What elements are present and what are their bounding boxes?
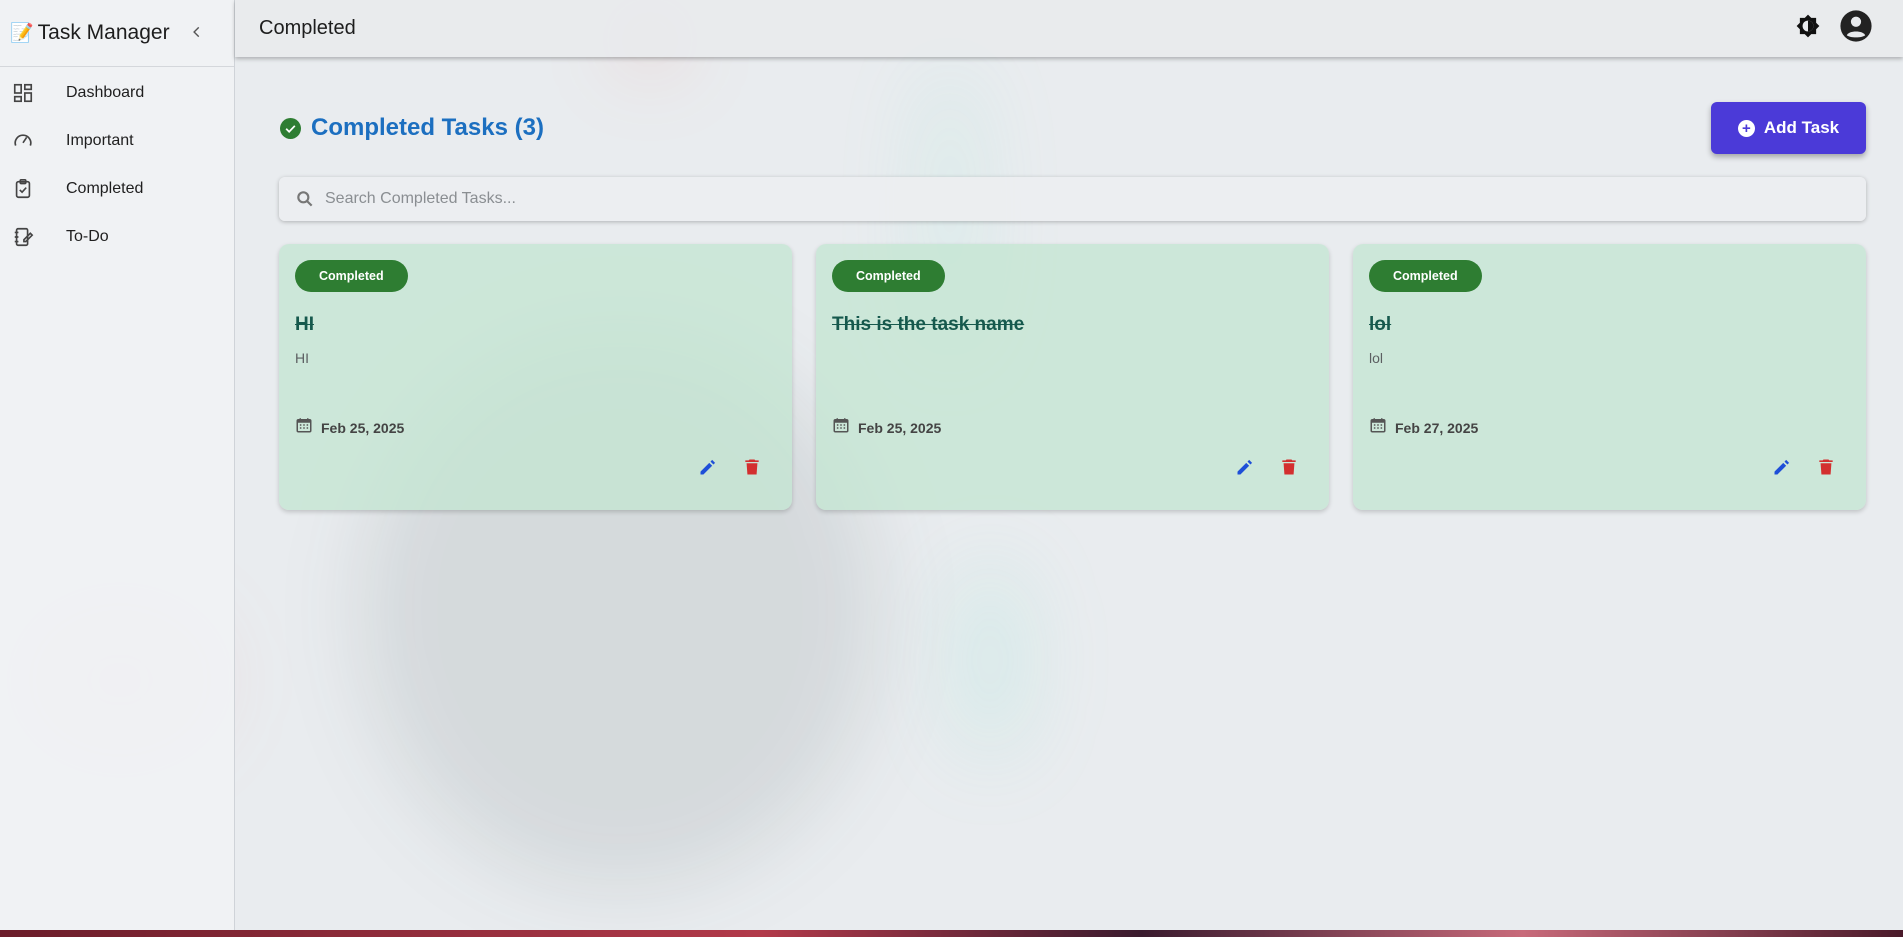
task-actions	[1235, 457, 1299, 477]
sidebar-nav: Dashboard Important Completed To-Do	[0, 69, 234, 261]
brightness-icon[interactable]	[1795, 13, 1821, 44]
task-title: lol	[1369, 314, 1392, 335]
task-date: Feb 27, 2025	[1369, 416, 1478, 439]
task-title: HI	[295, 314, 314, 335]
plus-circle-icon: +	[1737, 119, 1755, 137]
top-bar: Completed	[235, 0, 1903, 57]
dashboard-icon	[12, 82, 34, 104]
status-badge: Completed	[1369, 260, 1482, 292]
status-badge: Completed	[832, 260, 945, 292]
speedometer-icon	[12, 130, 34, 152]
task-date-text: Feb 25, 2025	[321, 419, 405, 436]
task-actions	[698, 457, 762, 477]
task-description: HI	[295, 350, 309, 366]
search-icon	[295, 189, 315, 209]
edit-icon[interactable]	[1235, 457, 1255, 477]
task-date: Feb 25, 2025	[295, 416, 404, 439]
memo-icon: 📝	[10, 23, 34, 44]
delete-icon[interactable]	[1279, 457, 1299, 477]
calendar-icon	[1369, 416, 1387, 439]
sidebar-item-todo[interactable]: To-Do	[0, 213, 234, 261]
edit-icon[interactable]	[698, 457, 718, 477]
edit-icon[interactable]	[1772, 457, 1792, 477]
task-date-text: Feb 25, 2025	[858, 419, 942, 436]
task-card[interactable]: Completed HI HI Feb 25, 2025	[279, 244, 792, 510]
page-title: Completed	[259, 17, 356, 39]
brand: 📝 Task Manager	[0, 0, 234, 67]
sidebar-item-dashboard[interactable]: Dashboard	[0, 69, 234, 117]
sidebar: 📝 Task Manager Dashboard Important Compl…	[0, 0, 235, 930]
sidebar-item-label: Important	[66, 132, 134, 149]
chevron-left-icon[interactable]	[190, 22, 204, 45]
search-input[interactable]	[323, 178, 1866, 220]
delete-icon[interactable]	[742, 457, 762, 477]
sidebar-item-label: Completed	[66, 180, 144, 197]
sidebar-item-completed[interactable]: Completed	[0, 165, 234, 213]
calendar-icon	[295, 416, 313, 439]
task-title: This is the task name	[832, 314, 1025, 335]
add-task-button[interactable]: + Add Task	[1711, 102, 1866, 154]
clipboard-check-icon	[12, 178, 34, 200]
section-title: Completed Tasks (3)	[311, 114, 544, 141]
task-card[interactable]: Completed lol lol Feb 27, 2025	[1353, 244, 1866, 510]
check-circle-icon	[280, 117, 301, 139]
main-content: Completed Tasks (3) + Add Task Completed…	[235, 57, 1903, 930]
header-actions	[1795, 9, 1873, 48]
section-heading: Completed Tasks (3)	[280, 114, 544, 142]
task-list: Completed HI HI Feb 25, 2025 Completed T…	[279, 244, 1866, 510]
task-actions	[1772, 457, 1836, 477]
app-title: Task Manager	[37, 21, 170, 44]
add-task-label: Add Task	[1763, 118, 1840, 137]
sidebar-item-label: To-Do	[66, 228, 109, 245]
sidebar-item-label: Dashboard	[66, 84, 145, 101]
sidebar-item-important[interactable]: Important	[0, 117, 234, 165]
task-description: lol	[1369, 350, 1384, 366]
notebook-edit-icon	[12, 226, 34, 248]
window-edge	[0, 930, 1903, 937]
task-card[interactable]: Completed This is the task name Feb 25, …	[816, 244, 1329, 510]
task-date-text: Feb 27, 2025	[1395, 419, 1479, 436]
status-badge: Completed	[295, 260, 408, 292]
calendar-icon	[832, 416, 850, 439]
search-bar	[279, 177, 1866, 221]
account-circle-icon[interactable]	[1839, 9, 1873, 48]
task-date: Feb 25, 2025	[832, 416, 941, 439]
delete-icon[interactable]	[1816, 457, 1836, 477]
